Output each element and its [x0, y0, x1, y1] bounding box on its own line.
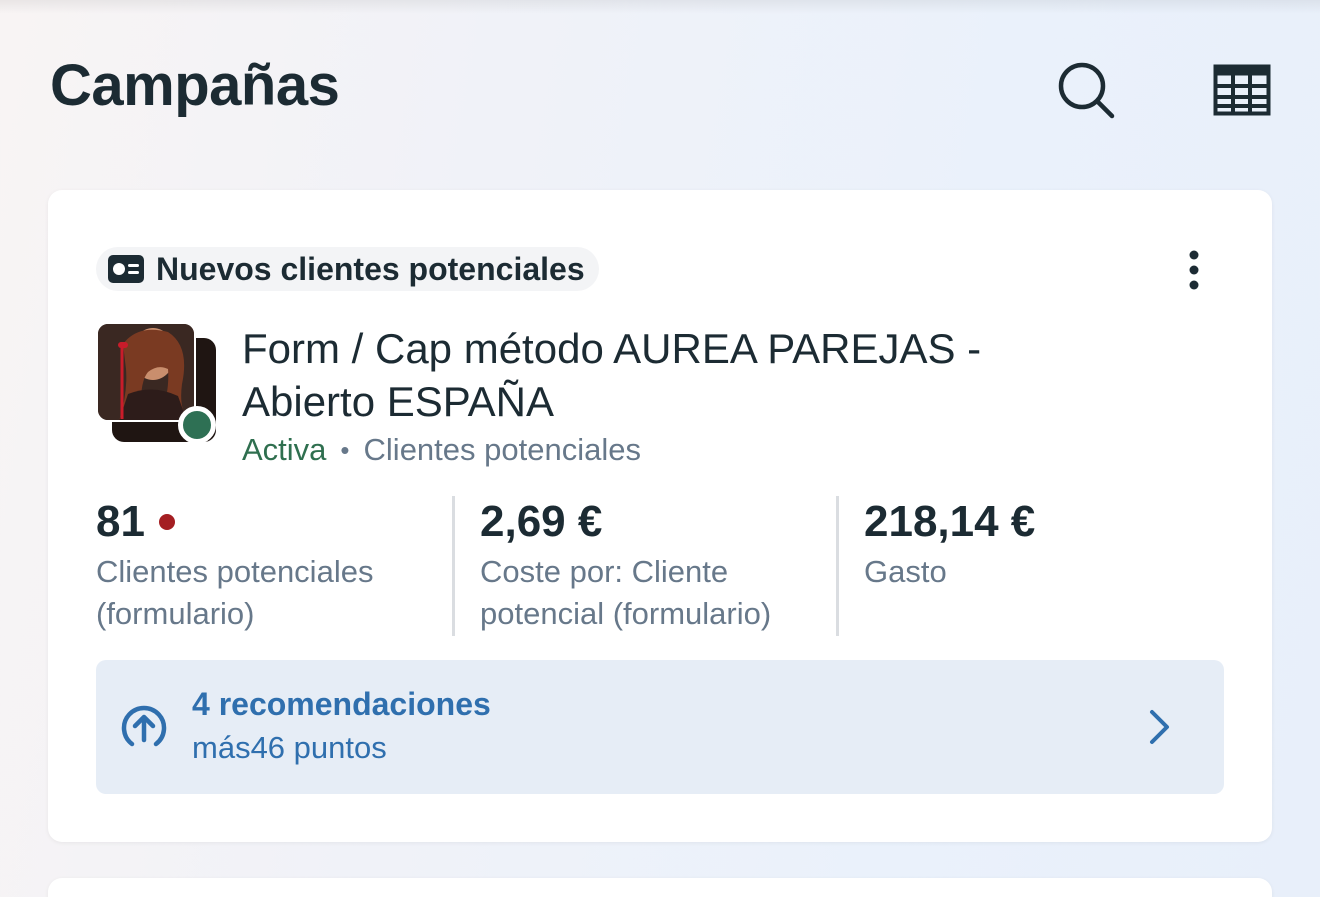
objective-label: Nuevos clientes potenciales [156, 250, 585, 287]
table-view-button[interactable] [1210, 58, 1274, 122]
metric-cost-per-lead[interactable]: 2,69 € Coste por: Cliente potencial (for… [480, 496, 838, 636]
more-options-button[interactable] [1170, 242, 1218, 298]
metric-cost-per-lead-value: 2,69 € [480, 497, 603, 546]
thumbnail-image [96, 322, 196, 422]
recommendations-banner[interactable]: 4 recomendaciones más46 puntos [96, 660, 1224, 794]
metric-leads-label: Clientes potenciales (formulario) [96, 554, 374, 631]
status-indicator-dot [178, 406, 216, 444]
campaign-type: Clientes potenciales [363, 432, 641, 467]
alert-dot [158, 514, 175, 530]
status-label: Activa [242, 432, 327, 467]
more-vertical-icon [1189, 250, 1199, 290]
status-line: Activa • Clientes potenciales [242, 432, 641, 468]
metric-divider [836, 496, 839, 636]
metrics-row: 81 Clientes potenciales (formulario) 2,6… [96, 496, 1224, 636]
metric-spend[interactable]: 218,14 € Gasto [864, 496, 1222, 636]
campaign-name[interactable]: Form / Cap método AUREA PAREJAS - Abiert… [242, 322, 1122, 428]
lead-card-icon [108, 255, 144, 283]
campaign-thumbnail [96, 322, 218, 444]
metric-leads-value: 81 [96, 497, 145, 546]
search-button[interactable] [1054, 58, 1118, 122]
metric-spend-label: Gasto [864, 554, 947, 589]
page-header: Campañas [0, 0, 1320, 170]
recommendations-title: 4 recomendaciones [192, 686, 491, 722]
next-campaign-card[interactable] [48, 878, 1272, 897]
objective-badge: Nuevos clientes potenciales [96, 247, 599, 291]
page-title: Campañas [50, 53, 340, 118]
chevron-right-icon [1150, 710, 1169, 744]
metric-leads[interactable]: 81 Clientes potenciales (formulario) [96, 496, 454, 636]
status-separator: • [340, 434, 350, 465]
campaign-card[interactable]: Nuevos clientes potenciales Form / Cap m… [48, 190, 1272, 842]
arrow-up-circle-icon [121, 705, 167, 747]
metric-spend-value: 218,14 € [864, 497, 1036, 546]
metric-value: 81 [96, 496, 454, 548]
metric-cost-per-lead-label: Coste por: Cliente potencial (formulario… [480, 554, 772, 631]
metric-divider [452, 496, 455, 636]
search-icon [1058, 62, 1115, 119]
recommendations-subtitle: más46 puntos [192, 730, 387, 765]
table-grid-icon [1213, 64, 1271, 116]
